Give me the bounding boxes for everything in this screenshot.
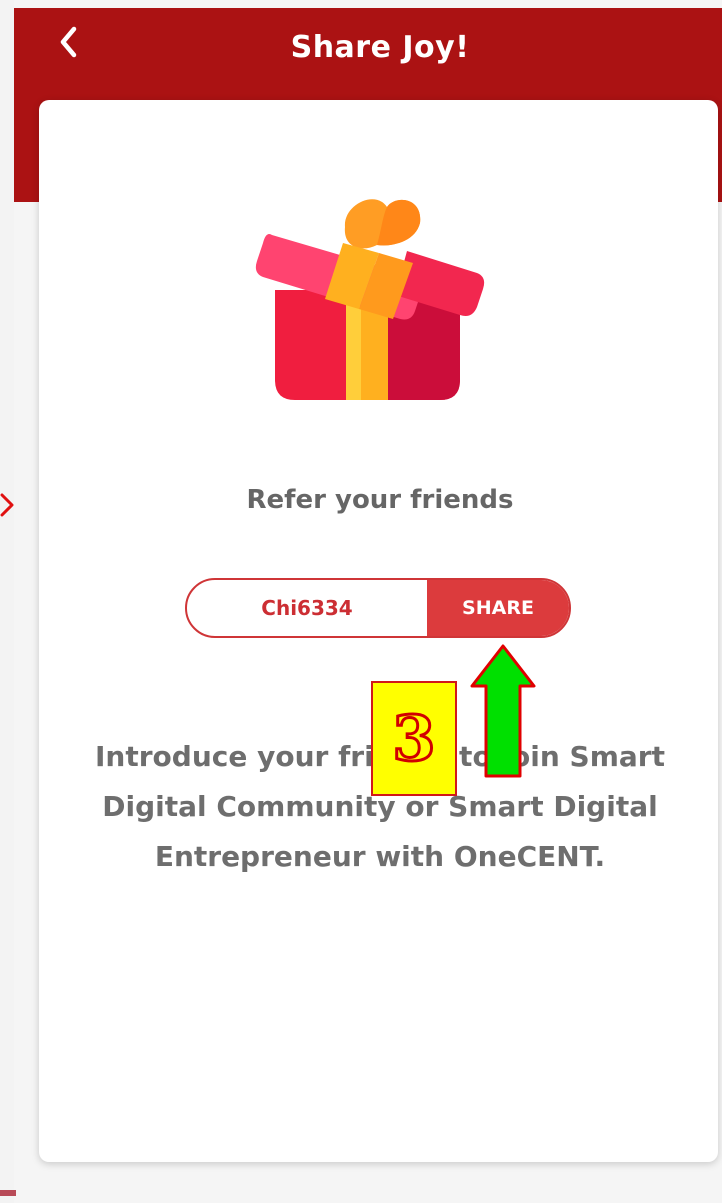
step-number: 3 — [391, 701, 437, 775]
refer-friends-heading: Refer your friends — [246, 485, 514, 515]
up-arrow-icon — [470, 644, 536, 778]
referral-code: Chi6334 — [261, 596, 353, 620]
left-edge-strip — [0, 1190, 16, 1196]
description-line: Entrepreneur with OneCENT. — [154, 840, 606, 873]
back-button[interactable] — [48, 18, 88, 66]
page-title: Share Joy! — [290, 30, 470, 65]
chevron-left-icon — [60, 26, 77, 58]
share-button[interactable]: SHARE — [427, 580, 569, 636]
referral-code-box: Chi6334 SHARE — [185, 578, 571, 638]
step-number-badge: 3 — [371, 681, 457, 796]
side-arrow-icon — [0, 493, 14, 517]
gift-box-icon — [255, 199, 485, 400]
